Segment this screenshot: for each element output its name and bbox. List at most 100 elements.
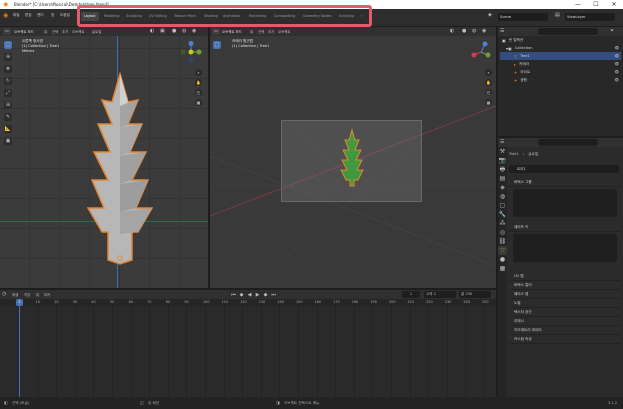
outliner-search-input[interactable] bbox=[538, 28, 598, 35]
tool-tab-icon[interactable]: ⚒ bbox=[498, 147, 507, 156]
world-tab-icon[interactable]: ◍ bbox=[498, 192, 507, 201]
measure-tool-icon[interactable]: 📐 bbox=[4, 125, 12, 133]
visibility-eye-icon[interactable]: 👁 bbox=[614, 78, 619, 82]
section-texture-space[interactable]: 텍스처 공간 bbox=[509, 308, 621, 317]
xray-icon[interactable]: ▣ bbox=[160, 28, 165, 34]
add-menu[interactable]: 추가 bbox=[268, 29, 274, 34]
object-tab-icon[interactable]: ▢ bbox=[498, 201, 507, 210]
shading-rendered-icon[interactable]: ◉ bbox=[482, 28, 486, 34]
left-viewport[interactable]: 오른쪽 정사영 (1) Collection | Tree1 Meters ⬚ … bbox=[0, 36, 208, 288]
view-menu[interactable]: 뷰 bbox=[250, 29, 253, 34]
menu-help[interactable]: 도움말 bbox=[60, 13, 70, 18]
close-button[interactable]: ✕ bbox=[605, 0, 623, 9]
object-menu[interactable]: 오브젝트 bbox=[72, 29, 84, 34]
menu-render[interactable]: 렌더 bbox=[37, 13, 44, 18]
timeline-editor-icon[interactable]: ◷ bbox=[2, 291, 6, 297]
tab-modeling[interactable]: Modeling bbox=[101, 12, 122, 21]
transform-tool-icon[interactable]: ⊞ bbox=[4, 101, 12, 109]
view-menu[interactable]: 뷰 bbox=[36, 292, 39, 297]
view-menu[interactable]: 뷰 bbox=[44, 29, 47, 34]
section-shape-keys[interactable]: 셰이프 키 bbox=[509, 223, 621, 232]
mesh-data-field[interactable]: 트리1 bbox=[509, 165, 619, 173]
modifier-tab-icon[interactable]: 🔧 bbox=[498, 210, 507, 219]
camera-view-icon[interactable]: ◰ bbox=[485, 89, 492, 96]
visibility-eye-icon[interactable]: 👁 bbox=[614, 54, 619, 58]
select-menu[interactable]: 선택 bbox=[258, 29, 264, 34]
select-menu[interactable]: 선택 bbox=[52, 29, 58, 34]
navigation-gizmo[interactable] bbox=[470, 41, 492, 63]
perspective-toggle-icon[interactable]: ▦ bbox=[485, 99, 492, 106]
overlay-icon[interactable]: ◐ bbox=[150, 28, 154, 34]
outliner-item-camera[interactable]: ▸ 카메라 👁 bbox=[500, 60, 621, 68]
tab-uv-editing[interactable]: UV Editing bbox=[146, 12, 170, 21]
pan-hand-icon[interactable]: ✋ bbox=[485, 79, 492, 86]
outliner-editor-icon[interactable]: ☰ bbox=[500, 28, 504, 34]
shading-rendered-icon[interactable]: ◉ bbox=[192, 28, 196, 34]
annotate-tool-icon[interactable]: ✎ bbox=[4, 113, 12, 121]
visibility-eye-icon[interactable]: 👁 bbox=[614, 46, 619, 50]
navigation-gizmo[interactable] bbox=[180, 41, 202, 63]
add-cube-tool-icon[interactable]: ▣ bbox=[4, 137, 12, 145]
outliner-item-collection[interactable]: ▾▣ Collection 👁 bbox=[500, 44, 621, 52]
filter-icon[interactable]: ⏷ bbox=[610, 28, 614, 34]
menu-file[interactable]: 파일 bbox=[13, 13, 20, 18]
tree-object[interactable] bbox=[80, 72, 160, 267]
visibility-eye-icon[interactable]: 👁 bbox=[614, 62, 619, 66]
scene-tab-icon[interactable]: ◈ bbox=[498, 183, 507, 192]
cursor-tool-icon[interactable]: ⊕ bbox=[4, 53, 12, 61]
jump-start-icon[interactable]: ⏮ bbox=[230, 291, 237, 298]
view-layer-selector[interactable]: ViewLayer bbox=[565, 13, 615, 21]
properties-editor-icon[interactable]: ☰ bbox=[500, 139, 504, 145]
texture-tab-icon[interactable]: ▦ bbox=[498, 264, 507, 273]
tab-compositing[interactable]: Compositing bbox=[271, 12, 298, 21]
play-reverse-icon[interactable]: ◀ bbox=[246, 291, 253, 298]
vertex-groups-list[interactable] bbox=[513, 189, 617, 217]
menu-edit[interactable]: 편집 bbox=[25, 13, 32, 18]
end-frame-field[interactable]: 끝 250 bbox=[459, 291, 491, 298]
outliner-scene-collection[interactable]: ▣ 씬 컬렉션 bbox=[500, 36, 621, 44]
outliner-item-lamp[interactable]: ✦ 광원 👁 bbox=[500, 76, 621, 84]
mode-dropdown[interactable]: 오브젝트 모드 bbox=[14, 29, 34, 34]
properties-search-input[interactable] bbox=[538, 139, 598, 146]
output-tab-icon[interactable]: 🖶 bbox=[498, 165, 507, 174]
outliner-item-light[interactable]: ✦ 라이트 👁 bbox=[500, 68, 621, 76]
play-icon[interactable]: ▶ bbox=[254, 291, 261, 298]
overlay-icon[interactable]: ◐ bbox=[450, 28, 454, 34]
tab-sculpting[interactable]: Sculpting bbox=[123, 12, 145, 21]
transform-orientation[interactable]: 글로벌 bbox=[92, 29, 101, 34]
keying-menu[interactable]: 키잉 bbox=[24, 292, 30, 297]
tab-scripting[interactable]: Scripting bbox=[336, 12, 357, 21]
add-menu[interactable]: 추가 bbox=[62, 29, 68, 34]
shading-solid-icon[interactable]: ● bbox=[462, 28, 466, 34]
section-geometry-data[interactable]: 지오메트리 데이터 bbox=[509, 326, 621, 335]
timeline-area[interactable]: 0102030405060708090100110120130140150160… bbox=[0, 299, 496, 397]
right-viewport[interactable]: 카메라 원근법 (1) Collection | Tree1 ⬚ ⌕ ✋ ◰ ▦ bbox=[210, 36, 496, 288]
editor-type-button[interactable]: ▭ bbox=[212, 28, 220, 35]
jump-end-icon[interactable]: ⏭ bbox=[270, 291, 277, 298]
tab-geometry-nodes[interactable]: Geometry Nodes bbox=[300, 12, 335, 21]
select-tool-icon[interactable]: ⬚ bbox=[213, 41, 221, 49]
current-frame-field[interactable]: 1 bbox=[402, 291, 420, 298]
material-tab-icon[interactable]: ● bbox=[498, 255, 507, 264]
zoom-icon[interactable]: ⌕ bbox=[195, 69, 202, 76]
start-frame-field[interactable]: 시작 1 bbox=[424, 291, 456, 298]
tab-shading[interactable]: Shading bbox=[201, 12, 221, 21]
prev-keyframe-icon[interactable]: ◆ bbox=[238, 291, 245, 298]
menu-window[interactable]: 창 bbox=[51, 13, 54, 18]
mode-dropdown[interactable]: 오브젝트 모드 bbox=[222, 29, 242, 34]
section-normals[interactable]: 노멀 bbox=[509, 299, 621, 308]
add-workspace-button[interactable]: › bbox=[361, 13, 363, 18]
particles-tab-icon[interactable]: ⁂ bbox=[498, 219, 507, 228]
outliner-item-tree1[interactable]: ▽ Tree1 👁 bbox=[500, 52, 621, 60]
tab-rendering[interactable]: Rendering bbox=[246, 12, 269, 21]
editor-type-button[interactable]: ▭ bbox=[3, 28, 11, 35]
shading-solid-icon[interactable]: ● bbox=[172, 28, 176, 34]
select-tool-icon[interactable]: ⬚ bbox=[4, 41, 12, 49]
tab-layout[interactable]: Layout bbox=[81, 12, 99, 21]
object-menu[interactable]: 오브젝트 bbox=[278, 29, 290, 34]
section-vertex-groups[interactable]: 버텍스 그룹 bbox=[509, 178, 621, 187]
playhead[interactable]: 1 bbox=[16, 299, 23, 306]
minimize-button[interactable]: — bbox=[569, 0, 587, 9]
tab-animation[interactable]: Animation bbox=[220, 12, 243, 21]
section-uv-maps[interactable]: UV 맵 bbox=[509, 272, 621, 281]
